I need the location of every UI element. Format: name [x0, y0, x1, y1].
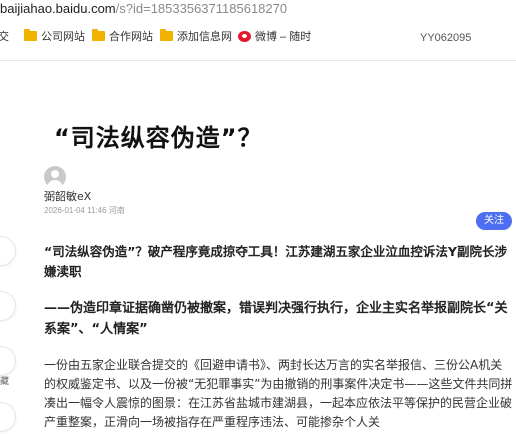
folder-icon	[160, 29, 173, 41]
bookmark-item-add-info[interactable]: 添加信息网	[160, 28, 232, 44]
bookmark-item-0[interactable]: 交	[0, 28, 9, 44]
article-body: 一份由五家企业联合提交的《回避申请书》、两封长达万言的实名举报信、三份公A机关的…	[44, 358, 513, 429]
article-title: “司法纵容伪造”？	[54, 124, 263, 152]
header-divider	[0, 60, 516, 61]
bookmark-label: 公司网站	[41, 31, 85, 43]
side-action-button[interactable]	[0, 236, 16, 266]
weibo-icon	[238, 30, 251, 42]
bookmark-label: 合作网站	[109, 31, 153, 43]
bookmark-label: 交	[0, 31, 9, 43]
side-action-button[interactable]	[0, 291, 16, 321]
article-lead: “司法纵容伪造”？破产程序竟成掠夺工具！江苏建湖五家企业泣血控诉法Y副院长涉嫌渎…	[44, 244, 507, 279]
folder-icon	[92, 29, 105, 41]
folder-icon	[24, 29, 37, 41]
article-meta: 2026-01-04 11:46 河南	[44, 206, 125, 215]
side-action-button[interactable]	[0, 402, 16, 432]
url-text[interactable]: baijiahao.baidu.com/s?id=185335637118561…	[0, 1, 287, 16]
address-bar[interactable]: baijiahao.baidu.com/s?id=185335637118561…	[0, 0, 516, 22]
bookmark-item-weibo[interactable]: 微博 – 随时	[238, 28, 311, 44]
follow-button[interactable]: 关注	[476, 212, 512, 230]
bookmark-item-company[interactable]: 公司网站	[24, 28, 85, 44]
bookmark-label: 添加信息网	[177, 31, 232, 43]
bookmark-label: 微博 – 随时	[255, 31, 312, 43]
author-name[interactable]: 弼韶敏eX	[44, 188, 91, 204]
bookmark-item-partner[interactable]: 合作网站	[92, 28, 153, 44]
side-action-label: 藏	[0, 377, 10, 387]
author-avatar[interactable]	[44, 166, 66, 188]
url-host: baijiahao.baidu.com	[0, 1, 116, 16]
side-action-button[interactable]	[0, 346, 16, 376]
url-path: /s?id=1853356371185618270	[115, 1, 288, 16]
overlay-stamp: YY062095	[420, 32, 472, 44]
article-subheading: ——伪造印章证据确凿仍被撤案，错误判决强行执行，企业主实名举报副院长“关系案”、…	[44, 301, 508, 337]
